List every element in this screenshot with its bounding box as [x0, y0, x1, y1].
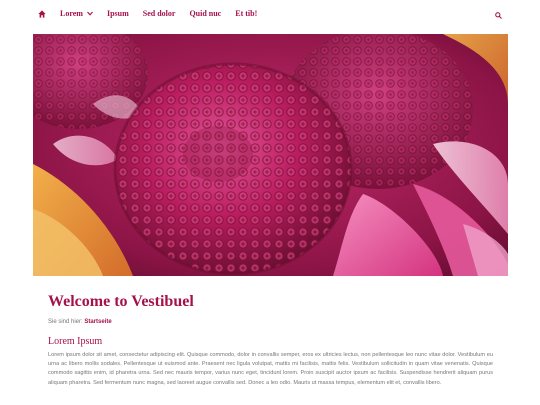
nav-item-et-tib[interactable]: Et tib! — [235, 9, 257, 18]
nav-item-lorem[interactable]: Lorem — [60, 9, 93, 18]
nav-item-label: Lorem — [60, 9, 83, 18]
top-navigation-bar: Lorem Ipsum Sed dolor Quid nuc Et tib! — [0, 0, 540, 34]
nav-item-sed-dolor[interactable]: Sed dolor — [143, 9, 176, 18]
nav-item-ipsum[interactable]: Ipsum — [107, 9, 129, 18]
hero-image — [33, 34, 508, 276]
page-title: Welcome to Vestibuel — [48, 293, 194, 310]
main-content: Welcome to Vestibuel Sie sind hier: Star… — [48, 292, 493, 388]
breadcrumb: Sie sind hier: Startseite — [48, 318, 493, 327]
search-icon[interactable] — [495, 12, 502, 19]
breadcrumb-link-startseite[interactable]: Startseite — [84, 319, 111, 325]
chevron-down-icon — [87, 11, 93, 16]
nav-item-quid-nuc[interactable]: Quid nuc — [189, 9, 221, 18]
body-paragraph: Lorem ipsum dolor sit amet, consectetur … — [48, 352, 493, 386]
main-nav: Lorem Ipsum Sed dolor Quid nuc Et tib! — [38, 9, 257, 18]
breadcrumb-prefix: Sie sind hier: — [48, 319, 83, 325]
home-icon[interactable] — [38, 9, 46, 18]
nav-item-label: Et tib! — [235, 9, 258, 18]
nav-item-label: Quid nuc — [189, 9, 222, 18]
section-heading: Lorem Ipsum — [48, 336, 103, 347]
nav-item-label: Sed dolor — [142, 9, 176, 18]
nav-item-label: Ipsum — [106, 9, 129, 18]
